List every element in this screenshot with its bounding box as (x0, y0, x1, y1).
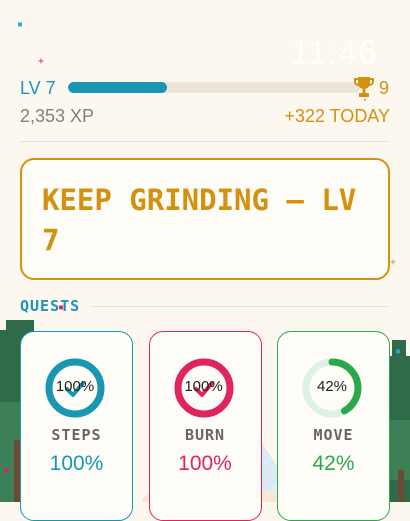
motivation-banner: KEEP GRINDING — LV 7 (20, 158, 390, 280)
divider (20, 141, 390, 142)
sparkle: + (390, 257, 397, 268)
section-label-quests: QUESTS (20, 297, 81, 315)
xp-total: 2,353 XP (20, 106, 95, 126)
progress-ring: 100% (172, 356, 236, 420)
quest-value: 100% (178, 452, 232, 475)
ring-percent-label: 100% (55, 378, 95, 395)
sparkle: + (38, 56, 45, 67)
motivation-text: KEEP GRINDING — LV 7 (42, 183, 357, 257)
xp-progress-bar (68, 82, 360, 93)
trophy-icon (354, 77, 374, 97)
quest-name: STEPS (51, 426, 102, 444)
xp-progress-fill (68, 82, 168, 93)
quest-card-burn[interactable]: 100% BURN 100% (148, 331, 262, 521)
trophy-count: 9 (379, 78, 390, 98)
level-label: LV 7 (20, 78, 56, 98)
level-row: LV 7 9 (20, 76, 390, 100)
quest-card-move[interactable]: 42% MOVE 42% (277, 331, 390, 521)
divider (90, 306, 390, 307)
xp-today: +322 TODAY (284, 106, 390, 126)
sparkle: ▪ (395, 346, 402, 357)
status-time: 11:46 (290, 34, 378, 72)
progress-ring: 100% (43, 356, 107, 420)
quest-card-steps[interactable]: 100% STEPS 100% (20, 331, 133, 521)
ring-percent-label: 42% (316, 378, 348, 395)
ring-percent-label: 100% (184, 378, 223, 395)
sparkle: ▪ (17, 19, 24, 30)
quest-value: 42% (312, 452, 355, 475)
quest-name: BURN (184, 426, 226, 444)
quest-name: MOVE (313, 426, 354, 444)
progress-ring: 42% (300, 356, 364, 420)
xp-row: 2,353 XP +322 TODAY (20, 104, 390, 128)
quest-value: 100% (49, 452, 104, 475)
